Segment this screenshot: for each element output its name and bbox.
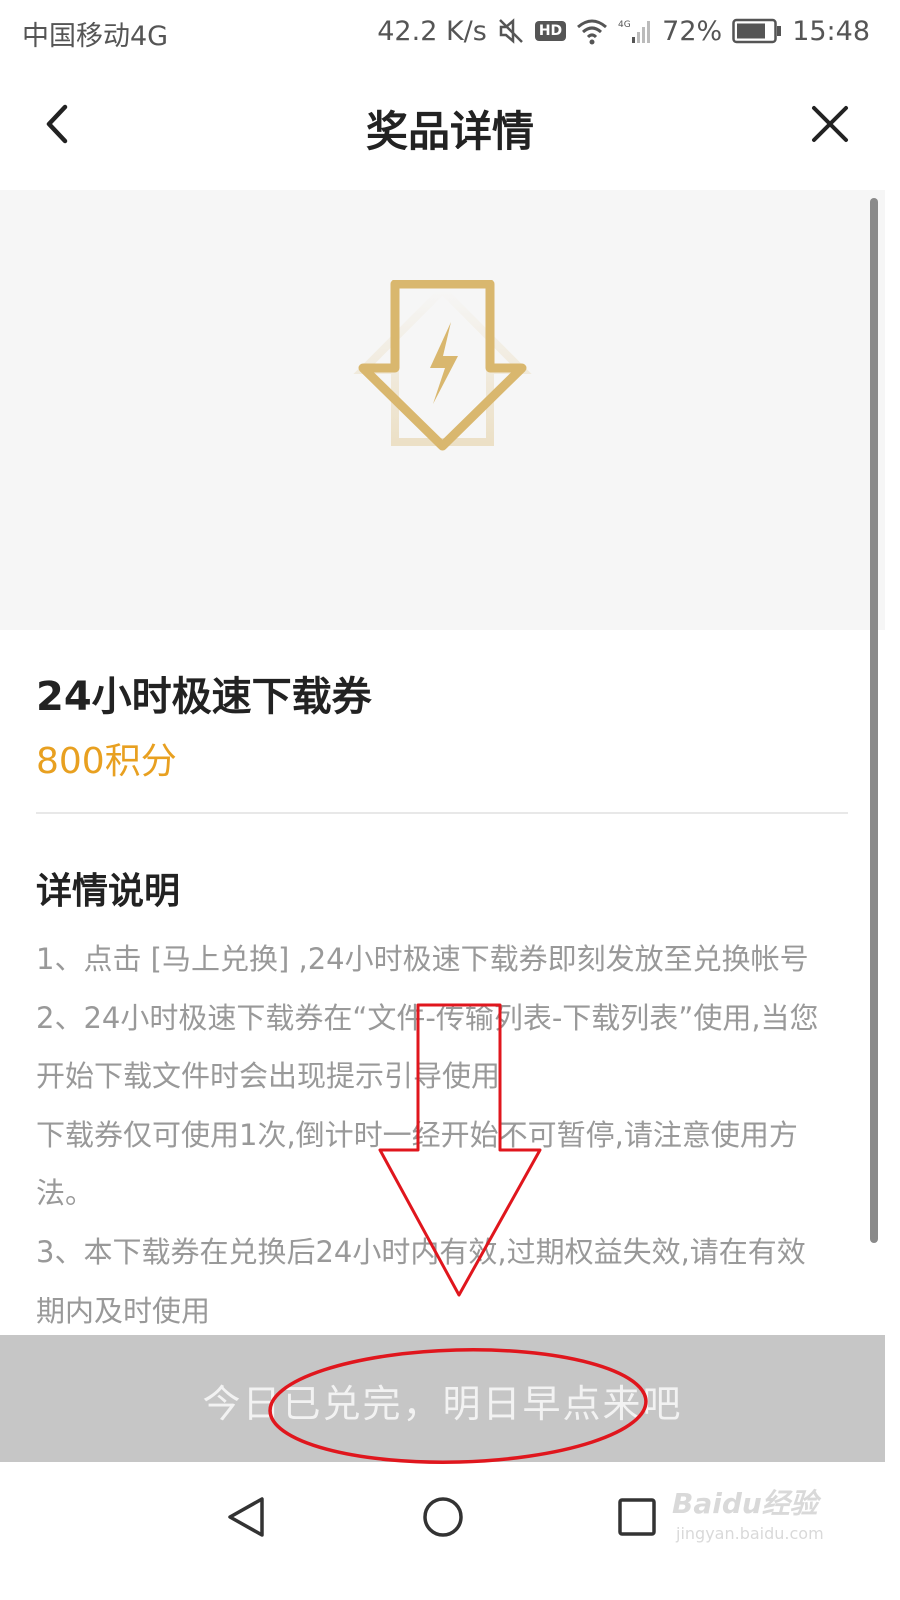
close-icon [812,106,848,142]
close-button[interactable] [800,94,860,154]
scrollbar[interactable] [870,198,878,1243]
watermark-brand: Baidu经验 [672,1487,818,1520]
battery-icon [732,18,782,44]
prize-hero-image [0,190,885,630]
signal-4g-icon: 4G [618,20,651,43]
status-bar: 中国移动4G 42.2 K/s HD 4G 72% 15:48 [0,0,900,64]
baidu-watermark: Baidu经验 jingyan.baidu.com [672,1482,852,1552]
details-line: 法。 [36,1176,95,1211]
details-text: 1、点击 [马上兑换] ,24小时极速下载券即刻发放至兑换帐号 2、24小时极速… [36,930,848,1340]
battery-percent: 72% [662,15,723,47]
details-heading: 详情说明 [36,871,181,912]
nav-recent-apps-icon[interactable] [612,1492,662,1542]
app-header: 奖品详情 [0,64,900,190]
mute-icon [498,18,523,44]
nav-home-icon[interactable] [418,1492,468,1542]
details-line: 2、24小时极速下载券在“文件-传输列表-下载列表”使用,当您 [36,1000,819,1035]
nav-back-icon[interactable] [222,1492,272,1542]
wifi-icon [577,19,608,45]
divider [36,812,848,814]
network-speed: 42.2 K/s [377,15,487,47]
status-indicators: 42.2 K/s HD 4G 72% 15:48 [377,12,870,50]
speed-download-icon [353,280,532,451]
svg-text:4G: 4G [618,20,631,30]
details-line: 1、点击 [马上兑换] ,24小时极速下载券即刻发放至兑换帐号 [36,942,809,976]
watermark-url: jingyan.baidu.com [676,1524,824,1543]
prize-points: 800积分 [36,741,177,782]
prize-name: 24小时极速下载券 [36,674,372,720]
hd-icon: HD [534,21,567,41]
details-line: 3、本下载券在兑换后24小时内有效,过期权益失效,请在有效 [36,1234,806,1269]
exchange-button-disabled[interactable]: 今日已兑完，明日早点来吧 [0,1335,885,1462]
details-line: 期内及时使用 [36,1293,211,1328]
carrier-label: 中国移动4G [22,21,169,52]
exchange-button-label: 今日已兑完，明日早点来吧 [202,1382,683,1426]
clock: 15:48 [792,15,870,47]
details-line: 下载券仅可使用1次,倒计时一经开始不可暂停,请注意使用方 [36,1117,798,1152]
details-line: 开始下载文件时会出现提示引导使用 [36,1059,501,1094]
page-title: 奖品详情 [365,107,534,156]
